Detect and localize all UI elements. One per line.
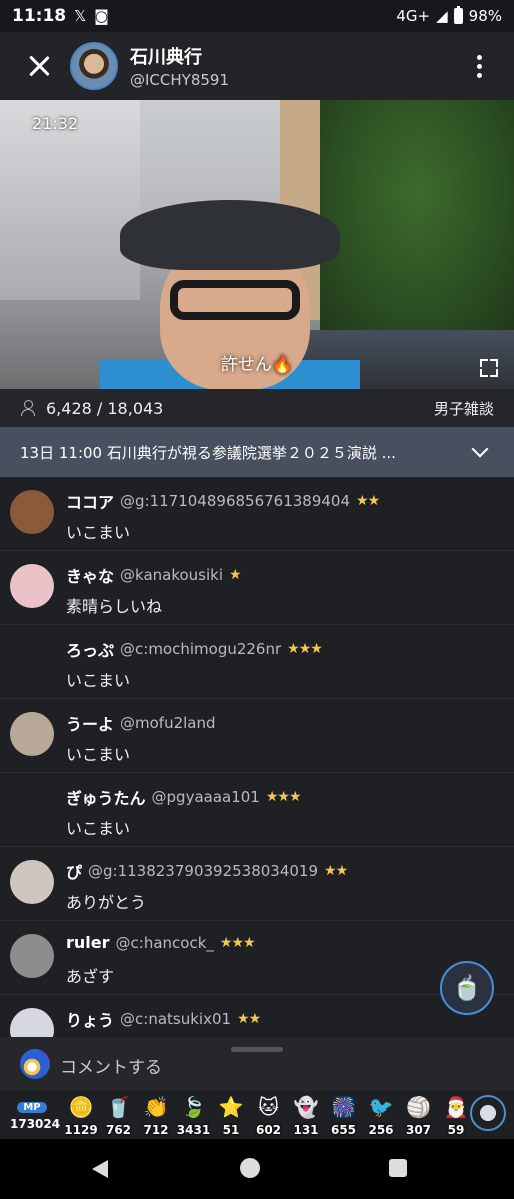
comment-input[interactable]: コメントする [60, 1053, 162, 1078]
comment-text: いこまい [66, 523, 131, 542]
comment-text: いこまい [66, 745, 131, 764]
star-icon: ⭐ [218, 1095, 244, 1119]
status-bar: 11:18 𝕏 ◙ 4G+ ◢ 98% [0, 0, 514, 32]
camera-icon: ◙ [94, 7, 109, 25]
firework-icon: 🎆 [331, 1095, 356, 1119]
sticker-float-button[interactable]: 🍵 [440, 961, 494, 1015]
commenter-avatar[interactable] [10, 564, 54, 608]
commenter-avatar[interactable] [10, 934, 54, 978]
chevron-down-icon[interactable] [471, 440, 489, 458]
commenter-avatar[interactable] [10, 1008, 54, 1037]
status-right: 4G+ ◢ 98% [396, 6, 502, 25]
ghost-icon: 👻 [293, 1095, 319, 1119]
clap-icon: 👏 [143, 1095, 169, 1119]
comment-row[interactable]: ぎゅうたん @pgyaaaa101 ★★★ いこまい [0, 773, 514, 847]
more-options-icon[interactable] [477, 54, 482, 78]
viewer-stats: 6,428 / 18,043 男子雑談 [0, 389, 514, 427]
video-caption: 許せん🔥 [220, 355, 294, 375]
gift-count: 59 [447, 1123, 465, 1137]
badge-stars-icon: ★★★ [265, 789, 302, 805]
close-icon[interactable] [24, 51, 54, 81]
commenter-name[interactable]: ぴ @g:113823790392538034019 ★★ [66, 859, 348, 883]
commenter-name[interactable]: ruler @c:hancock_ ★★★ [66, 933, 256, 952]
network-label: 4G+ [396, 7, 431, 25]
cat-icon: 🐱 [258, 1095, 279, 1119]
notice-text: 13日 11:00 石川典行が視る参議院選挙２０２５演説 ... [20, 443, 396, 462]
drink-icon: 🥤 [106, 1095, 131, 1119]
badge-stars-icon: ★★★ [287, 641, 323, 657]
streamer-name: 石川典行 [130, 47, 202, 68]
commenter-name[interactable]: きゃな @kanakousiki ★ [66, 563, 242, 587]
comment-row[interactable]: ruler @c:hancock_ ★★★ あざす [0, 921, 514, 995]
commenter-handle: @pgyaaaa101 [151, 788, 260, 806]
commenter-avatar[interactable] [10, 860, 54, 904]
gift-bar: MP 173024 🪙 1129 🥤 762 👏 712 🍃 3431 ⭐ 51 🐱 602 👻 131 🎆… [0, 1091, 514, 1139]
battery-percent: 98% [468, 7, 502, 25]
back-icon[interactable] [92, 1160, 108, 1178]
signal-icon: ◢ [436, 7, 448, 25]
comment-list[interactable]: ココア @g:117104896856761389404 ★★ いこまい きゃな @kan… [0, 477, 514, 1037]
home-icon[interactable] [240, 1158, 260, 1178]
comment-row[interactable]: ぴ @g:113823790392538034019 ★★ ありがとう [0, 847, 514, 921]
person-icon [20, 400, 36, 416]
drag-handle[interactable] [231, 1047, 283, 1052]
comment-row[interactable]: ろっぷ @c:mochimogu226nr ★★★ いこまい [0, 625, 514, 699]
stream-header: 石川典行 @ICCHY8591 [0, 32, 514, 100]
commenter-name[interactable]: ココア @g:117104896856761389404 ★★ [66, 489, 380, 513]
commenter-avatar[interactable] [10, 712, 54, 756]
pinned-notice[interactable]: 13日 11:00 石川典行が視る参議院選挙２０２５演説 ... [0, 427, 514, 477]
comment-text: ありがとう [66, 893, 147, 912]
badge-stars-icon: ★★ [324, 863, 348, 879]
mp-balance[interactable]: MP 173024 [10, 1095, 61, 1135]
badge-stars-icon: ★★ [356, 493, 380, 509]
commenter-avatar[interactable] [10, 490, 54, 534]
video-player[interactable]: 21:32 許せん🔥 [0, 100, 514, 389]
commenter-handle: @c:mochimogu226nr [120, 640, 282, 658]
recent-apps-icon[interactable] [389, 1159, 407, 1177]
comment-text: いこまい [66, 819, 131, 838]
commenter-handle: @mofu2land [120, 714, 216, 732]
comment-row[interactable]: りょう @c:natsukix01 ★★ [0, 995, 514, 1037]
mp-value: 173024 [10, 1117, 61, 1131]
comment-row[interactable]: うーよ @mofu2land いこまい [0, 699, 514, 773]
system-nav-bar [0, 1139, 514, 1199]
comment-text: あざす [66, 967, 115, 986]
commenter-handle: @c:hancock_ [115, 933, 214, 952]
commenter-name[interactable]: ろっぷ @c:mochimogu226nr ★★★ [66, 637, 323, 661]
commenter-handle: @g:117104896856761389404 [120, 492, 351, 510]
comment-mode-icon[interactable] [20, 1049, 50, 1079]
streamer-handle: @ICCHY8591 [130, 71, 229, 89]
x-logo-icon: 𝕏 [74, 7, 87, 25]
commenter-handle: @kanakousiki [120, 566, 224, 584]
mp-label: MP [17, 1102, 47, 1113]
comment-text: 素晴らしいね [66, 597, 163, 616]
comment-row[interactable]: ココア @g:117104896856761389404 ★★ いこまい [0, 477, 514, 551]
commenter-handle: @c:natsukix01 [120, 1010, 232, 1028]
coin-icon: 🪙 [68, 1095, 94, 1119]
streamer-info[interactable]: 石川典行 @ICCHY8591 [130, 43, 229, 89]
battery-icon [453, 6, 463, 24]
bird-icon: 🐦 [368, 1095, 394, 1119]
leaf-icon: 🍃 [181, 1095, 206, 1119]
badge-stars-icon: ★★★ [219, 934, 256, 951]
comment-text: いこまい [66, 671, 131, 690]
gift-more-button[interactable] [470, 1095, 506, 1131]
comment-row[interactable]: きゃな @kanakousiki ★ 素晴らしいね [0, 551, 514, 625]
commenter-name[interactable]: うーよ @mofu2land [66, 711, 222, 735]
badge-stars-icon: ★★ [237, 1011, 261, 1027]
santa-icon: 🎅 [443, 1095, 469, 1119]
video-timestamp: 21:32 [32, 114, 79, 133]
badge-stars-icon: ★ [229, 567, 242, 583]
streamer-avatar[interactable] [70, 42, 118, 90]
commenter-name[interactable]: りょう @c:natsukix01 ★★ [66, 1007, 261, 1031]
comment-input-bar: コメントする [0, 1037, 514, 1091]
category-label[interactable]: 男子雑談 [434, 398, 494, 419]
commenter-name[interactable]: ぎゅうたん @pgyaaaa101 ★★★ [66, 785, 302, 809]
fullscreen-icon[interactable] [480, 359, 498, 377]
status-time: 11:18 [12, 6, 67, 26]
commenter-handle: @g:113823790392538034019 [88, 862, 319, 880]
viewer-count: 6,428 / 18,043 [46, 398, 164, 418]
ball-icon: 🏐 [406, 1095, 431, 1119]
